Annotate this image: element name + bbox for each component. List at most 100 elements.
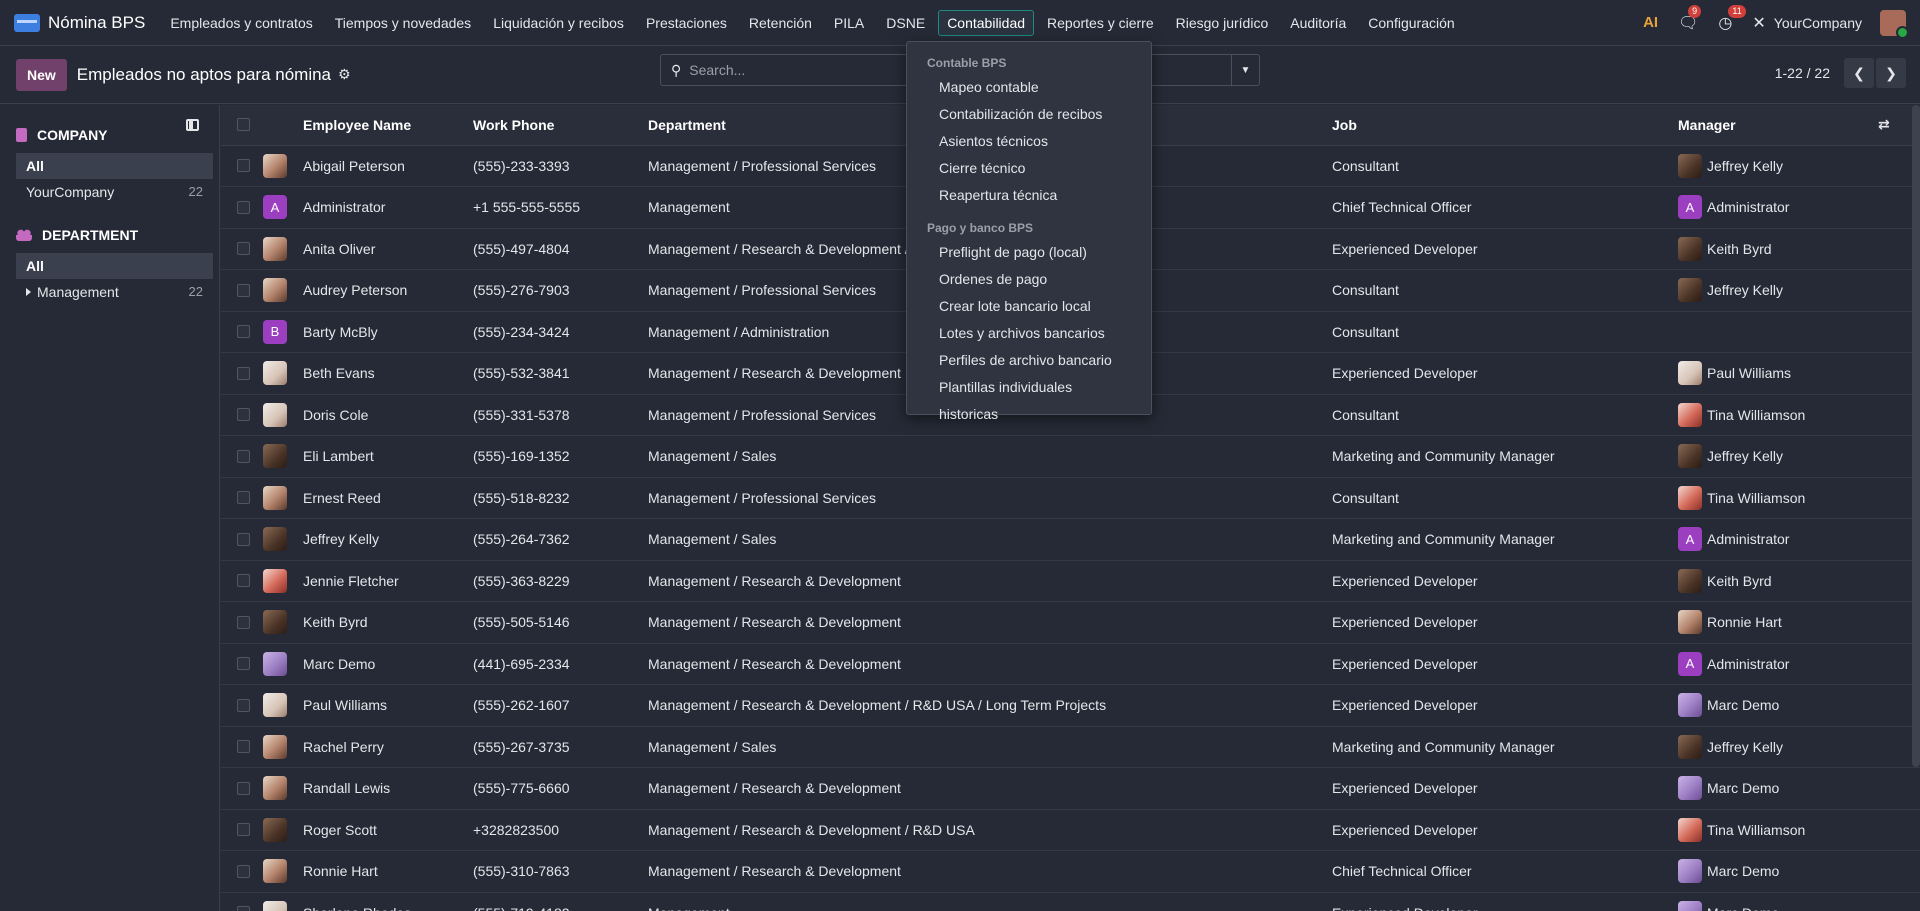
sidebar-department-item-1[interactable]: Management 22 bbox=[16, 279, 213, 305]
table-row[interactable]: Jennie Fletcher (555)-363-8229 Management … bbox=[221, 560, 1920, 602]
menu-item-0[interactable]: Empleados y contratos bbox=[161, 10, 321, 36]
caret-right-icon[interactable] bbox=[26, 288, 31, 296]
work-phone: (555)-310-7863 bbox=[473, 850, 648, 893]
employee-avatar bbox=[263, 485, 287, 510]
row-checkbox[interactable] bbox=[237, 615, 250, 629]
dropdown-item[interactable]: Preflight de pago (local) bbox=[907, 239, 1151, 266]
sidebar-toggle-icon[interactable] bbox=[186, 119, 199, 131]
menu-item-5[interactable]: PILA bbox=[825, 10, 873, 36]
user-avatar[interactable] bbox=[1880, 9, 1909, 39]
employee-name: Rachel Perry bbox=[303, 726, 473, 768]
column-employee-name[interactable]: Employee Name bbox=[303, 105, 473, 146]
sidebar-company-item-0[interactable]: All bbox=[16, 153, 213, 179]
dropdown-item[interactable]: Crear lote bancario local bbox=[907, 293, 1151, 320]
row-checkbox[interactable] bbox=[237, 325, 250, 339]
row-checkbox[interactable] bbox=[237, 449, 250, 463]
row-checkbox[interactable] bbox=[237, 491, 250, 505]
employee-avatar bbox=[263, 444, 287, 469]
row-checkbox[interactable] bbox=[237, 657, 250, 671]
menu-item-1[interactable]: Tiempos y novedades bbox=[326, 10, 480, 36]
table-row[interactable]: Jeffrey Kelly (555)-264-7362 Management / … bbox=[221, 518, 1920, 561]
row-checkbox[interactable] bbox=[237, 283, 250, 297]
table-row[interactable]: Paul Williams (555)-262-1607 Management / … bbox=[221, 684, 1920, 727]
dropdown-item[interactable]: Contabilización de recibos bbox=[907, 101, 1151, 128]
manager: A Administrator bbox=[1678, 195, 1878, 220]
search-options-toggle[interactable]: ▼ bbox=[1231, 55, 1259, 85]
gear-icon[interactable]: ⚙ bbox=[338, 66, 351, 83]
menu-item-8[interactable]: Reportes y cierre bbox=[1038, 10, 1163, 36]
messages-button[interactable]: 🗨 9 bbox=[1678, 4, 1702, 33]
menu-item-9[interactable]: Riesgo jurídico bbox=[1167, 10, 1278, 36]
dropdown-item[interactable]: Lotes y archivos bancarios bbox=[907, 320, 1151, 347]
new-button[interactable]: New bbox=[16, 58, 67, 91]
manager-avatar bbox=[1678, 859, 1702, 884]
app-brand[interactable]: Nómina BPS bbox=[0, 13, 145, 33]
table-row[interactable]: Randall Lewis (555)-775-6660 Management / … bbox=[221, 767, 1920, 810]
employee-avatar bbox=[263, 900, 287, 911]
sliders-icon[interactable]: ⇄ bbox=[1878, 116, 1890, 132]
ai-button[interactable]: AI bbox=[1643, 14, 1658, 31]
row-checkbox[interactable] bbox=[237, 242, 250, 256]
row-checkbox[interactable] bbox=[237, 864, 250, 878]
dropdown-item[interactable]: Reapertura técnica bbox=[907, 182, 1151, 209]
column-job[interactable]: Job bbox=[1332, 105, 1678, 146]
row-checkbox[interactable] bbox=[237, 781, 250, 795]
menu-item-7[interactable]: Contabilidad bbox=[938, 9, 1035, 36]
menu-item-2[interactable]: Liquidación y recibos bbox=[484, 10, 633, 36]
sidebar-company-item-1[interactable]: YourCompany 22 bbox=[16, 179, 213, 205]
table-row[interactable]: Eli Lambert (555)-169-1352 Management / Sa… bbox=[221, 435, 1920, 478]
payroll-card-icon bbox=[14, 13, 40, 32]
work-phone: +3282823500 bbox=[473, 809, 648, 851]
pager-next-button[interactable]: ❯ bbox=[1876, 58, 1906, 88]
table-row[interactable]: Roger Scott +3282823500 Management / Resea… bbox=[221, 809, 1920, 851]
employee-avatar bbox=[263, 361, 287, 386]
row-checkbox[interactable] bbox=[237, 574, 250, 588]
dropdown-item[interactable]: Ordenes de pago bbox=[907, 266, 1151, 293]
row-checkbox[interactable] bbox=[237, 366, 250, 380]
row-checkbox[interactable] bbox=[237, 698, 250, 712]
pager-previous-button[interactable]: ❮ bbox=[1844, 58, 1874, 88]
sidebar-department-item-0[interactable]: All bbox=[16, 253, 213, 279]
menu-item-10[interactable]: Auditoría bbox=[1281, 10, 1355, 36]
menu-item-11[interactable]: Configuración bbox=[1359, 10, 1463, 36]
dropdown-item[interactable]: Cierre técnico bbox=[907, 155, 1151, 182]
menu-item-4[interactable]: Retención bbox=[740, 10, 821, 36]
tools-icon: ✕ bbox=[1752, 14, 1766, 32]
dropdown-item[interactable]: Asientos técnicos bbox=[907, 128, 1151, 155]
job: Experienced Developer bbox=[1332, 643, 1678, 685]
table-row[interactable]: Keith Byrd (555)-505-5146 Management / Res… bbox=[221, 601, 1920, 644]
row-checkbox[interactable] bbox=[237, 532, 250, 546]
row-checkbox[interactable] bbox=[237, 823, 250, 837]
menu-item-6[interactable]: DSNE bbox=[877, 10, 934, 36]
manager: Jeffrey Kelly bbox=[1678, 734, 1878, 759]
row-checkbox[interactable] bbox=[237, 740, 250, 754]
row-checkbox[interactable] bbox=[237, 906, 250, 911]
table-row[interactable]: Ernest Reed (555)-518-8232 Management / Pr… bbox=[221, 477, 1920, 519]
company-switcher[interactable]: ✕ YourCompany bbox=[1752, 13, 1862, 33]
work-phone: (555)-267-3735 bbox=[473, 726, 648, 768]
select-all-checkbox[interactable] bbox=[237, 118, 250, 132]
table-row[interactable]: Sharlene Rhodes(555)-719-4182ManagementE… bbox=[221, 892, 1920, 911]
employee-avatar-cell bbox=[263, 560, 303, 602]
caret-down-icon: ▼ bbox=[1240, 64, 1251, 76]
dropdown-item[interactable]: Plantillas individuales historicas bbox=[907, 374, 1151, 422]
column-manager[interactable]: Manager bbox=[1678, 105, 1878, 146]
table-row[interactable]: Rachel Perry (555)-267-3735 Management / S… bbox=[221, 726, 1920, 768]
menu-item-3[interactable]: Prestaciones bbox=[637, 10, 736, 36]
row-checkbox[interactable] bbox=[237, 200, 250, 214]
table-row[interactable]: Ronnie Hart (555)-310-7863 Management / Re… bbox=[221, 850, 1920, 893]
activities-button[interactable]: ◷ 11 bbox=[1718, 4, 1746, 33]
manager: Paul Williams bbox=[1678, 361, 1878, 386]
manager-cell: A Administrator bbox=[1678, 643, 1878, 685]
work-phone: (555)-719-4182 bbox=[473, 892, 648, 911]
table-row[interactable]: Marc Demo (441)-695-2334 Management / Rese… bbox=[221, 643, 1920, 685]
app-name: Nómina BPS bbox=[48, 12, 146, 32]
column-work-phone[interactable]: Work Phone bbox=[473, 105, 648, 146]
job: Experienced Developer bbox=[1332, 767, 1678, 810]
row-checkbox[interactable] bbox=[237, 408, 250, 422]
pager-value[interactable]: 1-22 / 22 bbox=[1775, 65, 1830, 81]
vertical-scrollbar[interactable] bbox=[1912, 105, 1920, 767]
dropdown-item[interactable]: Mapeo contable bbox=[907, 74, 1151, 101]
row-checkbox[interactable] bbox=[237, 159, 250, 173]
dropdown-item[interactable]: Perfiles de archivo bancario bbox=[907, 347, 1151, 374]
